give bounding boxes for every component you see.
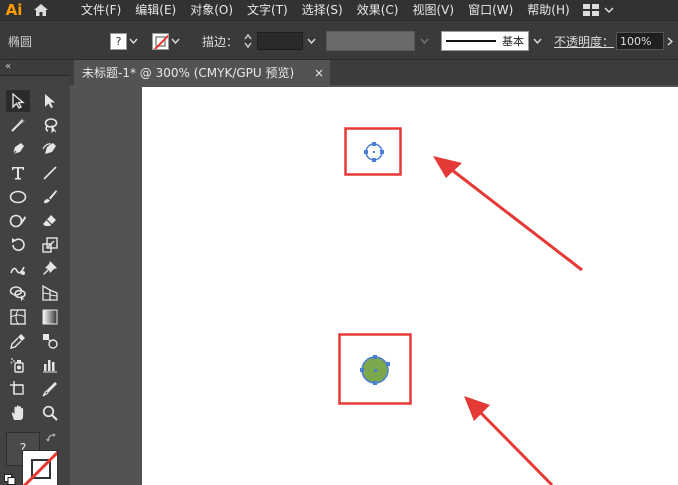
annotation-arrow-top <box>433 156 583 272</box>
small-ellipse-object[interactable] <box>364 142 384 162</box>
canvas-overlay <box>338 127 583 485</box>
annotation-arrow-bottom <box>464 396 554 485</box>
green-ellipse-object[interactable] <box>360 355 390 385</box>
